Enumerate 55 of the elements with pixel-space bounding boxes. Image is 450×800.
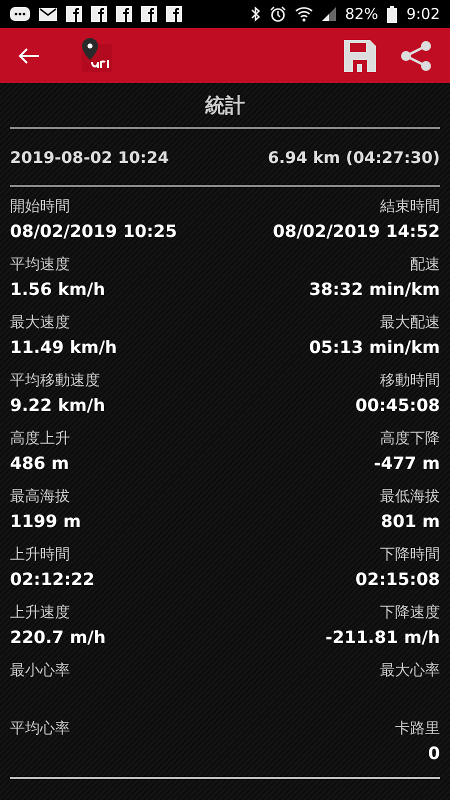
stat-label: 上升時間 [10, 544, 70, 565]
stat-value: 801 m [380, 511, 440, 534]
wifi-icon [294, 6, 313, 22]
square-app-icon [66, 6, 82, 22]
square-app-icon [166, 6, 182, 22]
stat-value: 9.22 km/h [10, 395, 106, 418]
stat-value: 05:13 min/km [309, 337, 440, 360]
start-datetime: 2019-08-02 10:24 [10, 148, 169, 166]
stat-label: 最低海拔 [380, 486, 440, 507]
stat-label: 高度下降 [380, 428, 440, 449]
alarm-icon [270, 6, 286, 22]
stat-label: 下降時間 [380, 544, 440, 565]
stat-value: 1.56 km/h [10, 279, 106, 302]
stat-label: 平均移動速度 [10, 370, 100, 391]
page-title: 統計 [205, 92, 245, 118]
app-logo-icon [80, 38, 114, 74]
stat-label: 最大速度 [10, 312, 70, 333]
square-app-icon [116, 6, 132, 22]
stat-label: 最高海拔 [10, 486, 70, 507]
battery-icon [387, 6, 398, 22]
stat-value: 0 [428, 743, 440, 766]
stat-label: 下降速度 [380, 602, 440, 623]
stat-label: 上升速度 [10, 602, 70, 623]
stat-value: 08/02/2019 10:25 [10, 221, 178, 244]
stat-value: 11.49 km/h [10, 337, 118, 360]
square-app-icon [141, 6, 157, 22]
stat-label: 開始時間 [10, 196, 70, 217]
stat-value: -477 m [374, 453, 440, 476]
bluetooth-icon [250, 6, 261, 22]
message-icon [10, 7, 30, 21]
stat-label: 配速 [410, 254, 440, 275]
mail-icon [39, 8, 57, 20]
stat-value: 08/02/2019 14:52 [272, 221, 440, 244]
stat-label: 移動時間 [380, 370, 440, 391]
stat-value: 486 m [10, 453, 70, 476]
distance-summary: 6.94 km (04:27:30) [268, 148, 440, 166]
clock-time: 9:02 [406, 5, 440, 23]
stat-value: 02:15:08 [355, 569, 440, 592]
stat-label: 高度上升 [10, 428, 70, 449]
battery-percent: 82% [344, 5, 378, 23]
stat-label: 平均心率 [10, 718, 70, 739]
stat-value: 02:12:22 [10, 569, 95, 592]
stat-label: 最小心率 [10, 660, 70, 681]
stat-value: 220.7 m/h [10, 627, 106, 650]
square-app-icon [91, 6, 107, 22]
stat-value: 1199 m [10, 511, 81, 534]
stat-value: 00:45:08 [355, 395, 440, 418]
stat-label: 最大心率 [380, 660, 440, 681]
stat-label: 平均速度 [10, 254, 70, 275]
stat-label: 結束時間 [380, 196, 440, 217]
stat-value: -211.81 m/h [325, 627, 440, 650]
stat-label: 最大配速 [380, 312, 440, 333]
stat-label: 卡路里 [395, 718, 440, 739]
signal-icon [322, 7, 336, 21]
stat-value: 38:32 min/km [309, 279, 440, 302]
